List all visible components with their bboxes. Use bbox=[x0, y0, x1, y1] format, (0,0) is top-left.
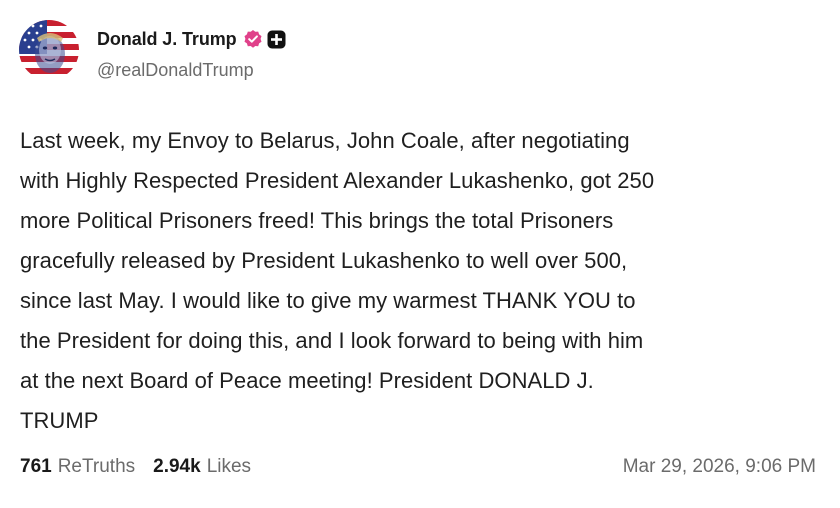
post-footer: 761 ReTruths 2.94k Likes Mar 29, 2026, 9… bbox=[20, 453, 816, 481]
retruths-count: 761 bbox=[20, 456, 52, 477]
flag-portrait-avatar-icon bbox=[19, 20, 79, 80]
truth-post: Donald J. Trump @realDonaldTrump Last we… bbox=[0, 0, 840, 508]
likes-label: Likes bbox=[206, 456, 252, 477]
verified-badge-icon bbox=[243, 29, 263, 49]
avatar[interactable] bbox=[19, 20, 79, 80]
author-handle[interactable]: @realDonaldTrump bbox=[97, 60, 254, 81]
post-text: Last week, my Envoy to Belarus, John Coa… bbox=[20, 128, 655, 433]
retruths-label: ReTruths bbox=[57, 456, 136, 477]
likes-count: 2.94k bbox=[153, 456, 201, 477]
retruths-stat[interactable]: 761 ReTruths bbox=[20, 456, 135, 478]
author-name-row: Donald J. Trump bbox=[97, 28, 286, 50]
plus-badge-icon bbox=[267, 30, 286, 49]
likes-stat[interactable]: 2.94k Likes bbox=[153, 456, 251, 478]
post-timestamp[interactable]: Mar 29, 2026, 9:06 PM bbox=[623, 456, 816, 478]
author-display-name[interactable]: Donald J. Trump bbox=[97, 29, 237, 50]
